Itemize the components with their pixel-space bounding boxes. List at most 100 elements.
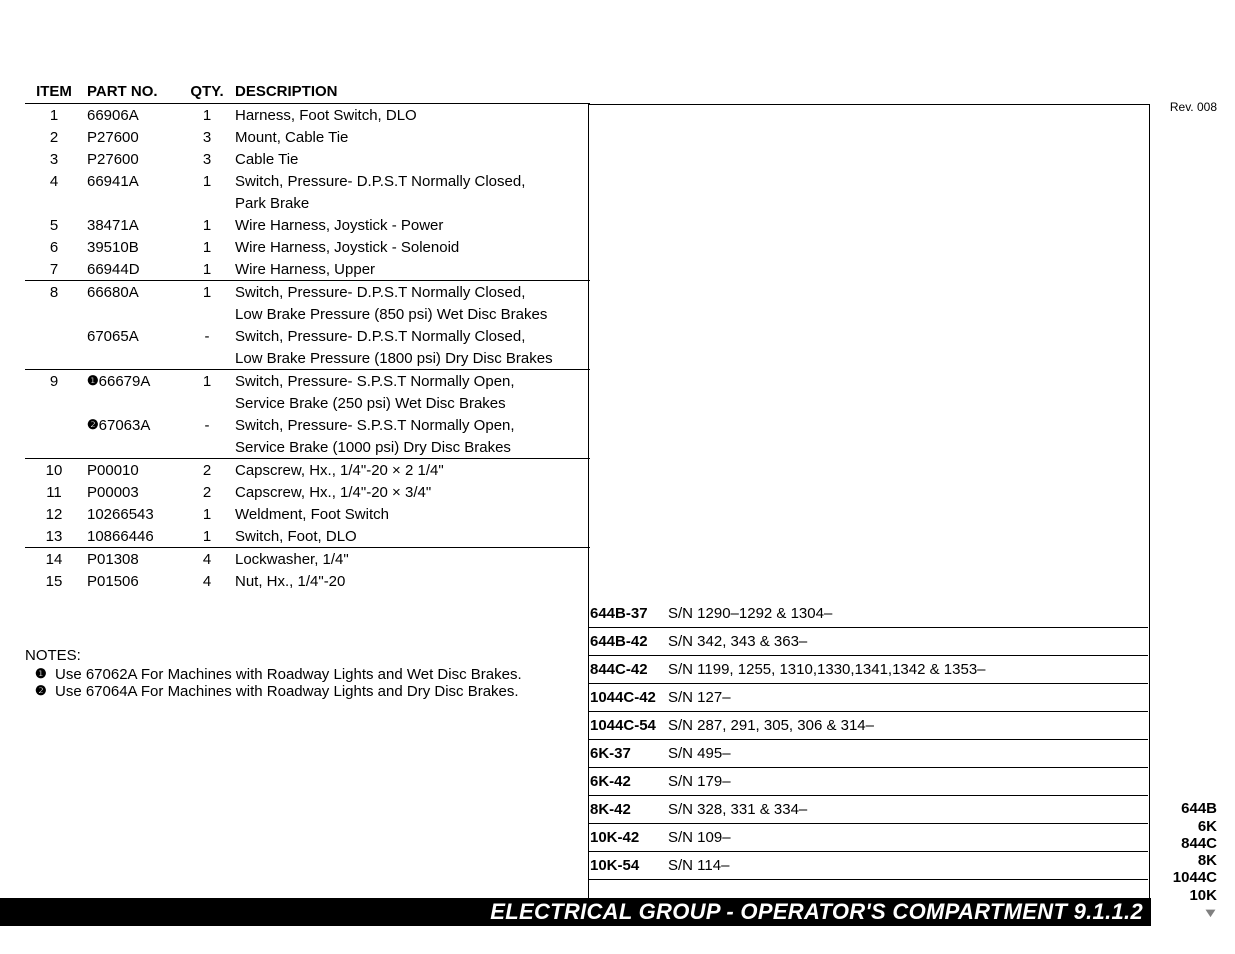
table-row: 766944D1Wire Harness, Upper [25,258,590,281]
cell-part: 39510B [83,236,183,258]
serial-row: 644B-42S/N 342, 343 & 363– [588,628,1148,656]
cell-item: 15 [25,570,83,592]
serial-row: 10K-42S/N 109– [588,824,1148,852]
cell-item: 5 [25,214,83,236]
table-row: 866680A1Switch, Pressure- D.P.S.T Normal… [25,281,590,304]
serial-sn: S/N 495– [666,740,1148,768]
cell-part: 10266543 [83,503,183,525]
cell-desc: Switch, Pressure- S.P.S.T Normally Open, [231,414,590,436]
cell-desc: Switch, Pressure- S.P.S.T Normally Open, [231,370,590,393]
serial-row: 6K-37S/N 495– [588,740,1148,768]
cell-part [83,436,183,459]
cell-item: 13 [25,525,83,548]
model-side-item: 644B [1173,800,1217,817]
serial-model: 10K-54 [588,852,666,880]
note-row: ❶Use 67062A For Machines with Roadway Li… [25,666,590,683]
cell-desc: Wire Harness, Upper [231,258,590,281]
serial-row: 844C-42S/N 1199, 1255, 1310,1330,1341,13… [588,656,1148,684]
th-part: PART NO. [83,80,183,104]
cell-part: P01308 [83,548,183,571]
cell-qty [183,392,231,414]
models-sidebar: 644B6K844C8K1044C10K ▼ [1173,800,1217,921]
serial-row: 644B-37S/N 1290–1292 & 1304– [588,600,1148,628]
serial-row: 10K-54S/N 114– [588,852,1148,880]
serial-model: 10K-42 [588,824,666,852]
cell-qty: 1 [183,170,231,192]
cell-qty: 1 [183,236,231,258]
cell-part: 66906A [83,104,183,127]
cell-item: 3 [25,148,83,170]
cell-desc: Switch, Pressure- D.P.S.T Normally Close… [231,170,590,192]
table-row: 538471A1Wire Harness, Joystick - Power [25,214,590,236]
cell-item [25,303,83,325]
cell-desc: Low Brake Pressure (850 psi) Wet Disc Br… [231,303,590,325]
serial-row: 1044C-42S/N 127– [588,684,1148,712]
table-row: 14P013084Lockwasher, 1/4" [25,548,590,571]
cell-qty [183,436,231,459]
serial-row: 6K-42S/N 179– [588,768,1148,796]
th-desc: DESCRIPTION [231,80,590,104]
cell-part: 66944D [83,258,183,281]
cell-qty: - [183,325,231,347]
cell-qty: 3 [183,126,231,148]
cell-part [83,303,183,325]
serial-model: 6K-42 [588,768,666,796]
cell-item [25,192,83,214]
section-title-bar: ELECTRICAL GROUP - OPERATOR'S COMPARTMEN… [0,898,1151,926]
cell-desc: Switch, Pressure- D.P.S.T Normally Close… [231,325,590,347]
cell-item: 12 [25,503,83,525]
cell-item [25,347,83,370]
serial-row: 1044C-54S/N 287, 291, 305, 306 & 314– [588,712,1148,740]
notes-block: NOTES: ❶Use 67062A For Machines with Roa… [25,647,590,700]
cell-desc: Capscrew, Hx., 1/4"-20 × 2 1/4" [231,459,590,482]
cell-qty: 3 [183,148,231,170]
cell-qty: 2 [183,481,231,503]
serial-model: 1044C-42 [588,684,666,712]
table-row: 2P276003Mount, Cable Tie [25,126,590,148]
model-side-item: 844C [1173,835,1217,852]
table-row: 166906A1Harness, Foot Switch, DLO [25,104,590,127]
revision-label: Rev. 008 [1170,100,1217,114]
cell-item: 4 [25,170,83,192]
table-row: 639510B1Wire Harness, Joystick - Solenoi… [25,236,590,258]
table-row: Park Brake [25,192,590,214]
serial-sn: S/N 342, 343 & 363– [666,628,1148,656]
cell-desc: Park Brake [231,192,590,214]
serial-model: 644B-42 [588,628,666,656]
table-row: Low Brake Pressure (1800 psi) Dry Disc B… [25,347,590,370]
table-row: Low Brake Pressure (850 psi) Wet Disc Br… [25,303,590,325]
cell-desc: Service Brake (1000 psi) Dry Disc Brakes [231,436,590,459]
parts-table: ITEM PART NO. QTY. DESCRIPTION 166906A1H… [25,80,590,592]
table-row: 466941A1Switch, Pressure- D.P.S.T Normal… [25,170,590,192]
cell-qty: 1 [183,370,231,393]
note-row: ❷Use 67064A For Machines with Roadway Li… [25,683,590,700]
serial-sn: S/N 114– [666,852,1148,880]
serial-sn: S/N 287, 291, 305, 306 & 314– [666,712,1148,740]
cell-part: P27600 [83,148,183,170]
cell-desc: Switch, Pressure- D.P.S.T Normally Close… [231,281,590,304]
cell-desc: Lockwasher, 1/4" [231,548,590,571]
cell-item: 8 [25,281,83,304]
table-row: 10P000102Capscrew, Hx., 1/4"-20 × 2 1/4" [25,459,590,482]
cell-qty: 4 [183,548,231,571]
cell-part: 67065A [83,325,183,347]
cell-part: P00003 [83,481,183,503]
serial-sn: S/N 1199, 1255, 1310,1330,1341,1342 & 13… [666,656,1148,684]
cell-part: ❶66679A [83,370,183,393]
cell-desc: Service Brake (250 psi) Wet Disc Brakes [231,392,590,414]
th-item: ITEM [25,80,83,104]
cell-item: 6 [25,236,83,258]
cell-part [83,392,183,414]
cell-desc: Low Brake Pressure (1800 psi) Dry Disc B… [231,347,590,370]
cell-item [25,436,83,459]
cell-part: P27600 [83,126,183,148]
cell-item: 7 [25,258,83,281]
table-row: 3P276003Cable Tie [25,148,590,170]
cell-desc: Nut, Hx., 1/4"-20 [231,570,590,592]
cell-qty: 1 [183,104,231,127]
serial-model: 844C-42 [588,656,666,684]
cell-item: 14 [25,548,83,571]
cell-item: 11 [25,481,83,503]
serial-sn: S/N 179– [666,768,1148,796]
th-qty: QTY. [183,80,231,104]
